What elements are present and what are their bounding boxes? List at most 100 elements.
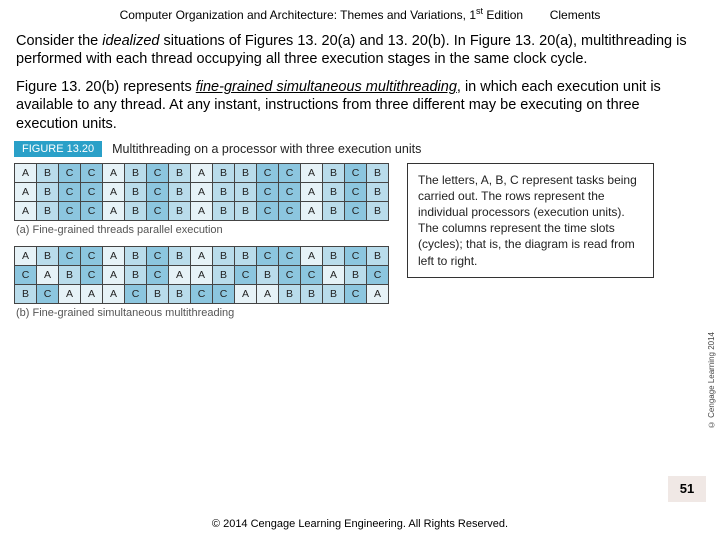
- cell: B: [235, 201, 257, 220]
- edition-word: Edition: [483, 8, 523, 22]
- cell: C: [147, 182, 169, 201]
- cell: A: [301, 163, 323, 182]
- cell: C: [257, 246, 279, 265]
- cell: C: [59, 201, 81, 220]
- cell: B: [125, 163, 147, 182]
- cell: B: [367, 201, 389, 220]
- cell: A: [103, 246, 125, 265]
- cell: B: [323, 201, 345, 220]
- cell: A: [257, 284, 279, 303]
- cell: B: [213, 265, 235, 284]
- cell: C: [257, 182, 279, 201]
- cell: B: [169, 201, 191, 220]
- cell: B: [235, 163, 257, 182]
- cell: A: [169, 265, 191, 284]
- cell: A: [81, 284, 103, 303]
- cell: C: [147, 265, 169, 284]
- cell: C: [235, 265, 257, 284]
- cell: C: [125, 284, 147, 303]
- cell: A: [103, 265, 125, 284]
- author: Clements: [550, 8, 601, 22]
- credit-vertical: © Cengage Learning 2014: [707, 332, 716, 429]
- cell: B: [169, 284, 191, 303]
- cell: B: [125, 182, 147, 201]
- figure-side-note: The letters, A, B, C represent tasks bei…: [407, 163, 654, 278]
- cell: C: [147, 201, 169, 220]
- cell: C: [345, 284, 367, 303]
- paragraph-2: Figure 13. 20(b) represents fine-grained…: [0, 72, 720, 136]
- cell: B: [213, 163, 235, 182]
- cell: C: [81, 265, 103, 284]
- cell: A: [37, 265, 59, 284]
- cell: C: [257, 201, 279, 220]
- cell: C: [279, 201, 301, 220]
- cell: A: [301, 201, 323, 220]
- cell: B: [301, 284, 323, 303]
- cell: B: [213, 246, 235, 265]
- figure-title: Multithreading on a processor with three…: [112, 142, 421, 156]
- figure-1320: FIGURE 13.20 Multithreading on a process…: [0, 137, 720, 329]
- cell: B: [213, 201, 235, 220]
- cell: B: [59, 265, 81, 284]
- cell: A: [191, 265, 213, 284]
- cell: C: [301, 265, 323, 284]
- cell: A: [235, 284, 257, 303]
- cell: C: [345, 163, 367, 182]
- table-b: ABCCABCBABBCCABCBCABCABCAABCBCCABCBCAAAC…: [14, 246, 389, 304]
- cell: C: [367, 265, 389, 284]
- cell: B: [279, 284, 301, 303]
- cell: B: [37, 201, 59, 220]
- cell: C: [59, 246, 81, 265]
- cell: A: [191, 182, 213, 201]
- cell: B: [15, 284, 37, 303]
- cell: B: [367, 163, 389, 182]
- edition-sup: st: [476, 6, 483, 16]
- cell: A: [301, 246, 323, 265]
- cell: C: [279, 163, 301, 182]
- cell: A: [103, 284, 125, 303]
- cell: C: [147, 163, 169, 182]
- figure-header: FIGURE 13.20 Multithreading on a process…: [14, 141, 706, 157]
- cell: B: [125, 246, 147, 265]
- cell: B: [37, 182, 59, 201]
- cell: B: [367, 246, 389, 265]
- paragraph-1: Consider the idealized situations of Fig…: [0, 26, 720, 72]
- cell: C: [147, 246, 169, 265]
- cell: B: [125, 265, 147, 284]
- cell: B: [367, 182, 389, 201]
- cell: B: [169, 163, 191, 182]
- cell: A: [191, 246, 213, 265]
- cell: B: [345, 265, 367, 284]
- cell: A: [191, 163, 213, 182]
- cell: A: [103, 182, 125, 201]
- cell: B: [235, 182, 257, 201]
- cell: A: [367, 284, 389, 303]
- cell: A: [103, 201, 125, 220]
- figure-tables: ABCCABCBABBCCABCBABCCABCBABBCCABCBABCCAB…: [14, 163, 389, 329]
- slide-footer: © 2014 Cengage Learning Engineering. All…: [0, 518, 720, 530]
- cell: B: [323, 246, 345, 265]
- cell: A: [15, 201, 37, 220]
- cell: C: [345, 182, 367, 201]
- cell: B: [147, 284, 169, 303]
- cell: B: [323, 182, 345, 201]
- cell: C: [15, 265, 37, 284]
- cell: A: [301, 182, 323, 201]
- cell: B: [37, 246, 59, 265]
- cell: C: [345, 246, 367, 265]
- cell: B: [323, 284, 345, 303]
- cell: B: [125, 201, 147, 220]
- cell: C: [81, 246, 103, 265]
- cell: C: [213, 284, 235, 303]
- cell: C: [191, 284, 213, 303]
- figure-chip: FIGURE 13.20: [14, 141, 102, 157]
- slide-number: 51: [668, 476, 706, 502]
- cell: B: [213, 182, 235, 201]
- cell: A: [103, 163, 125, 182]
- cell: C: [279, 246, 301, 265]
- cell: C: [279, 265, 301, 284]
- cell: C: [81, 163, 103, 182]
- cell: A: [15, 246, 37, 265]
- caption-b: (b) Fine-grained simultaneous multithrea…: [16, 307, 389, 319]
- cell: A: [191, 201, 213, 220]
